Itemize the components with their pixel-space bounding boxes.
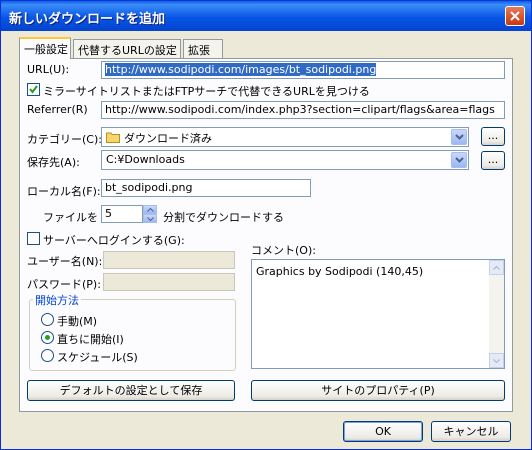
- start-manual-label: 手動(M): [57, 315, 98, 328]
- close-button[interactable]: [505, 6, 525, 26]
- split-suffix-label: 分割でダウンロードする: [163, 211, 284, 224]
- chevron-up-icon: [147, 208, 154, 212]
- username-input[interactable]: [103, 251, 235, 269]
- scroll-down-button[interactable]: [489, 353, 504, 368]
- category-label: カテゴリー(C):: [27, 133, 102, 146]
- mirror-label: ミラーサイトリストまたはFTPサーチで代替できるURLを見つける: [43, 85, 370, 98]
- referrer-input[interactable]: http://www.sodipodi.com/index.php3?secti…: [101, 101, 505, 119]
- password-label: パスワード(P):: [27, 278, 101, 291]
- tab-alternate-url-label: 代替するURLの設定: [78, 44, 177, 57]
- url-input[interactable]: http://www.sodipodi.com/images/bt_sodipo…: [101, 61, 505, 79]
- dialog-window: 新しいダウンロードを追加 一般設定 代替するURLの設定 拡張 URL(U): …: [0, 0, 532, 450]
- category-select[interactable]: ダウンロード済み: [101, 127, 469, 147]
- url-label: URL(U):: [27, 63, 70, 76]
- url-value: http://www.sodipodi.com/images/bt_sodipo…: [105, 63, 377, 76]
- tab-extended-label: 拡張: [188, 44, 210, 57]
- start-schedule-label: スケジュール(S): [57, 351, 138, 364]
- spinner-down-button[interactable]: [143, 214, 157, 223]
- login-checkbox[interactable]: [27, 232, 40, 245]
- tab-alternate-url[interactable]: 代替するURLの設定: [73, 39, 181, 59]
- login-label: サーバーへログインする(G):: [43, 234, 185, 247]
- referrer-label: Referrer(R): [27, 103, 88, 116]
- chevron-up-icon: [493, 266, 500, 270]
- scroll-up-button[interactable]: [489, 260, 504, 275]
- category-browse-button[interactable]: ...: [481, 127, 505, 146]
- saveto-browse-button[interactable]: ...: [481, 151, 505, 170]
- split-count-value: 5: [105, 207, 112, 220]
- saveto-label: 保存先(A):: [27, 156, 80, 169]
- saveto-value: C:¥Downloads: [106, 153, 185, 166]
- category-value: ダウンロード済み: [124, 132, 212, 145]
- password-input[interactable]: [103, 273, 235, 291]
- save-default-button[interactable]: デフォルトの設定として保存: [27, 380, 235, 401]
- referrer-value: http://www.sodipodi.com/index.php3?secti…: [105, 103, 495, 116]
- saveto-select[interactable]: C:¥Downloads: [101, 150, 469, 170]
- chevron-down-icon: [455, 134, 464, 140]
- username-label: ユーザー名(N):: [27, 255, 103, 268]
- start-method-title: 開始方法: [33, 292, 81, 308]
- site-properties-button[interactable]: サイトのプロパティ(P): [251, 380, 505, 401]
- window-title: 新しいダウンロードを追加: [9, 12, 166, 27]
- title-bar[interactable]: 新しいダウンロードを追加: [1, 1, 531, 31]
- start-immediate-label: 直ちに開始(I): [57, 333, 124, 346]
- spinner-up-button[interactable]: [143, 205, 157, 214]
- cancel-button[interactable]: キャンセル: [431, 421, 511, 442]
- start-manual-radio[interactable]: [41, 313, 54, 326]
- localname-input[interactable]: bt_sodipodi.png: [101, 179, 311, 197]
- chevron-down-icon: [493, 359, 500, 363]
- comment-value: Graphics by Sodipodi (140,45): [256, 265, 424, 278]
- tab-general-label: 一般設定: [24, 43, 68, 56]
- mirror-checkbox[interactable]: [27, 83, 40, 96]
- comment-label: コメント(O):: [251, 244, 316, 257]
- comment-scrollbar[interactable]: [489, 260, 504, 368]
- category-dropdown-arrow[interactable]: [451, 129, 467, 145]
- saveto-dropdown-arrow[interactable]: [451, 152, 467, 168]
- folder-icon: [106, 132, 120, 143]
- split-count-spinner[interactable]: [143, 205, 157, 223]
- chevron-down-icon: [455, 157, 464, 163]
- split-count-input[interactable]: 5: [101, 205, 143, 223]
- comment-textarea[interactable]: Graphics by Sodipodi (140,45): [251, 259, 505, 369]
- split-prefix-label: ファイルを: [43, 211, 98, 224]
- ok-button[interactable]: OK: [343, 421, 423, 442]
- start-immediate-radio[interactable]: [41, 331, 54, 344]
- localname-label: ローカル名(F):: [27, 185, 101, 198]
- start-schedule-radio[interactable]: [41, 349, 54, 362]
- chevron-down-icon: [147, 217, 154, 221]
- localname-value: bt_sodipodi.png: [105, 181, 193, 194]
- tab-general[interactable]: 一般設定: [19, 37, 71, 59]
- checkmark-icon: [29, 85, 38, 94]
- tab-extended[interactable]: 拡張: [183, 39, 223, 59]
- close-icon: [510, 11, 520, 21]
